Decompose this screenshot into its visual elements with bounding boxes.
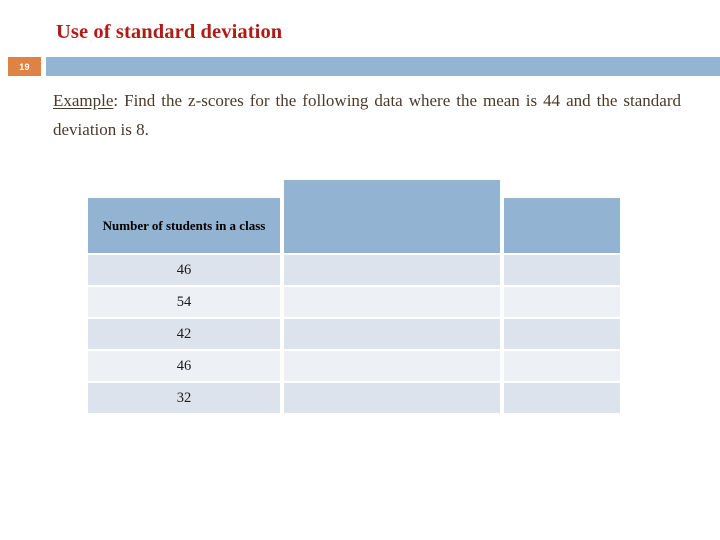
table-row: 54 [88, 287, 280, 317]
table-row [504, 383, 620, 413]
column-header-three [504, 198, 620, 253]
page-title: Use of standard deviation [56, 21, 283, 43]
column-header-students: Number of students in a class [88, 198, 280, 253]
table-row: 46 [88, 255, 280, 285]
table-row [284, 351, 500, 381]
example-label: Example [53, 91, 114, 110]
table-row [284, 287, 500, 317]
table-row [504, 319, 620, 349]
table-row [284, 319, 500, 349]
table-row [284, 383, 500, 413]
data-table: Number of students in a class 46 54 42 4… [88, 180, 620, 416]
slide: Use of standard deviation 19 Example: Fi… [0, 0, 720, 540]
table-row [504, 255, 620, 285]
table-row: 42 [88, 319, 280, 349]
slide-number-badge: 19 [8, 57, 41, 76]
accent-band: 19 [0, 57, 720, 76]
table-row [284, 255, 500, 285]
table-row [504, 287, 620, 317]
body-paragraph: Example: Find the z-scores for the follo… [53, 86, 681, 144]
accent-bar [46, 57, 720, 76]
table-row [504, 351, 620, 381]
table-row: 46 [88, 351, 280, 381]
column-header-two [284, 180, 500, 253]
example-text: : Find the z-scores for the following da… [53, 91, 681, 139]
table-row: 32 [88, 383, 280, 413]
